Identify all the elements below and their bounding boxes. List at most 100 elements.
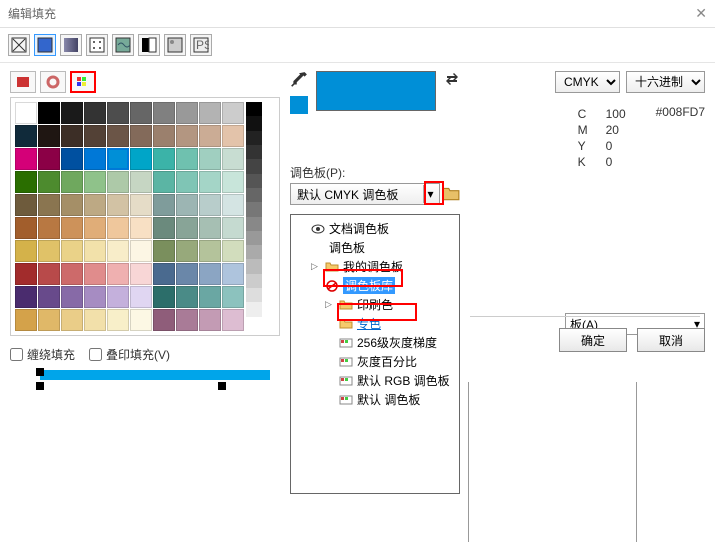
open-palette-folder-icon[interactable] (442, 185, 460, 203)
swatch[interactable] (153, 240, 175, 262)
dropdown-item[interactable]: 灰度百分比 (293, 352, 457, 371)
swatch[interactable] (15, 286, 37, 308)
fill-postscript-button[interactable]: PS (190, 34, 212, 56)
selection-handle[interactable] (36, 368, 44, 376)
swatch[interactable] (15, 240, 37, 262)
swatch[interactable] (15, 194, 37, 216)
swatch[interactable] (176, 125, 198, 147)
swatch[interactable] (153, 194, 175, 216)
swatch[interactable] (153, 102, 175, 124)
swatch[interactable] (176, 148, 198, 170)
swatch[interactable] (38, 263, 60, 285)
swap-colors-icon[interactable] (444, 71, 460, 87)
fill-gradient-button[interactable] (60, 34, 82, 56)
mixer-tab[interactable] (10, 71, 36, 93)
wrap-fill-checkbox[interactable]: 缠绕填充 (10, 346, 75, 363)
swatch[interactable] (107, 240, 129, 262)
swatch[interactable] (199, 263, 221, 285)
swatch[interactable] (107, 286, 129, 308)
color-model-select[interactable]: CMYK (555, 71, 620, 93)
swatch[interactable] (153, 309, 175, 331)
swatch[interactable] (199, 240, 221, 262)
dropdown-item[interactable]: 默认 调色板 (293, 390, 457, 409)
selection-handle[interactable] (218, 382, 226, 390)
swatch[interactable] (84, 286, 106, 308)
swatch[interactable] (15, 217, 37, 239)
swatch[interactable] (176, 102, 198, 124)
swatch[interactable] (61, 194, 83, 216)
dropdown-item[interactable]: 调色板库 (293, 276, 457, 295)
swatch[interactable] (153, 125, 175, 147)
swatch[interactable] (84, 148, 106, 170)
swatch[interactable] (199, 102, 221, 124)
swatch[interactable] (107, 309, 129, 331)
swatch[interactable] (84, 194, 106, 216)
selection-handle[interactable] (36, 382, 44, 390)
swatch[interactable] (107, 125, 129, 147)
swatch[interactable] (61, 148, 83, 170)
swatch[interactable] (222, 263, 244, 285)
swatch[interactable] (176, 263, 198, 285)
swatch[interactable] (130, 309, 152, 331)
swatch[interactable] (130, 171, 152, 193)
swatch[interactable] (222, 194, 244, 216)
swatch[interactable] (176, 171, 198, 193)
swatch[interactable] (199, 217, 221, 239)
swatch[interactable] (15, 309, 37, 331)
old-color-swatch[interactable] (290, 96, 308, 114)
swatch[interactable] (38, 125, 60, 147)
swatch[interactable] (15, 263, 37, 285)
swatch[interactable] (15, 171, 37, 193)
chevron-down-icon[interactable]: ▾ (423, 185, 437, 203)
swatch[interactable] (38, 102, 60, 124)
swatch[interactable] (130, 217, 152, 239)
swatch[interactable] (61, 263, 83, 285)
swatch[interactable] (107, 217, 129, 239)
fill-bitmap-button[interactable] (164, 34, 186, 56)
fill-solid-button[interactable] (34, 34, 56, 56)
canvas-object[interactable] (40, 370, 270, 380)
number-format-select[interactable]: 十六进制 (626, 71, 705, 93)
swatch[interactable] (38, 217, 60, 239)
swatch[interactable] (130, 148, 152, 170)
swatch[interactable] (84, 102, 106, 124)
swatch[interactable] (222, 286, 244, 308)
swatch[interactable] (199, 309, 221, 331)
palette-combobox[interactable]: 默认 CMYK 调色板 ▾ (290, 183, 440, 205)
swatch[interactable] (61, 217, 83, 239)
swatch[interactable] (15, 125, 37, 147)
swatch[interactable] (61, 125, 83, 147)
dropdown-item[interactable]: ▷我的调色板 (293, 257, 457, 276)
swatch[interactable] (107, 148, 129, 170)
swatch[interactable] (38, 148, 60, 170)
swatch[interactable] (130, 125, 152, 147)
swatch[interactable] (130, 286, 152, 308)
swatch[interactable] (107, 102, 129, 124)
swatch[interactable] (222, 125, 244, 147)
swatch[interactable] (153, 263, 175, 285)
dropdown-item[interactable]: 调色板 (293, 238, 457, 257)
swatch[interactable] (61, 171, 83, 193)
swatch[interactable] (84, 125, 106, 147)
swatch[interactable] (61, 309, 83, 331)
swatch[interactable] (199, 286, 221, 308)
dropdown-item[interactable]: 256级灰度梯度 (293, 333, 457, 352)
swatch[interactable] (61, 286, 83, 308)
swatch[interactable] (222, 217, 244, 239)
swatch[interactable] (38, 194, 60, 216)
swatch[interactable] (84, 263, 106, 285)
swatch[interactable] (61, 240, 83, 262)
swatch[interactable] (84, 309, 106, 331)
swatch[interactable] (107, 171, 129, 193)
eyedropper-icon[interactable] (290, 71, 308, 89)
dropdown-item[interactable]: 默认 RGB 调色板 (293, 371, 457, 390)
swatch[interactable] (84, 240, 106, 262)
swatch[interactable] (222, 148, 244, 170)
swatch[interactable] (15, 102, 37, 124)
swatch[interactable] (38, 309, 60, 331)
cancel-button[interactable]: 取消 (637, 328, 705, 352)
swatch[interactable] (222, 240, 244, 262)
dropdown-item[interactable]: 文档调色板 (293, 219, 457, 238)
swatch[interactable] (38, 240, 60, 262)
ok-button[interactable]: 确定 (559, 328, 627, 352)
